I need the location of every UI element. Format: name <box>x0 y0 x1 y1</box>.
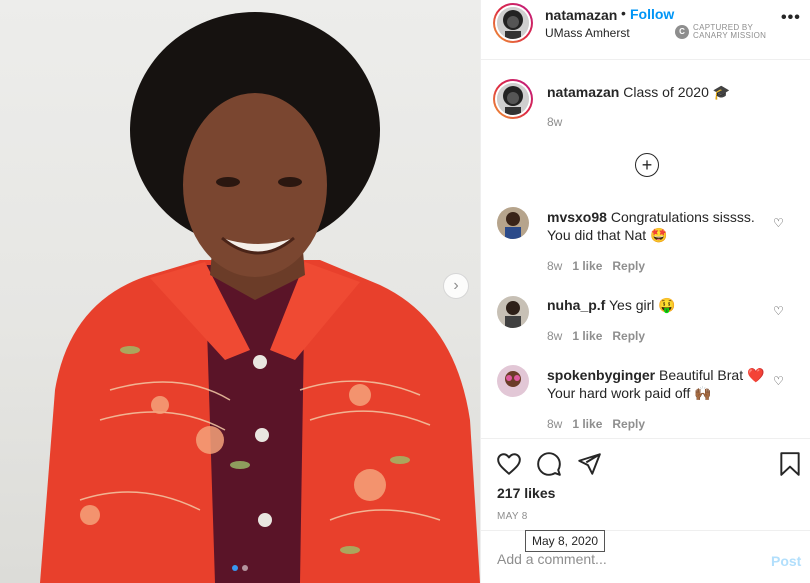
reply-button[interactable]: Reply <box>612 329 645 343</box>
post-username[interactable]: natamazan <box>545 7 617 23</box>
avatar[interactable] <box>493 79 533 119</box>
caption-meta: 8w <box>547 115 562 129</box>
reply-button[interactable]: Reply <box>612 259 645 273</box>
likes-count[interactable]: 217 likes <box>497 485 555 501</box>
date-tooltip: May 8, 2020 <box>525 530 606 552</box>
next-photo-button[interactable]: › <box>443 273 469 299</box>
post-sidebar: natamazan • Follow UMass Amherst C CAPTU… <box>480 0 810 583</box>
reply-button[interactable]: Reply <box>612 417 645 431</box>
comment-icon[interactable] <box>536 451 562 477</box>
caption-username[interactable]: natamazan <box>547 84 619 100</box>
carousel-dot <box>242 565 248 571</box>
load-more-comments-button[interactable]: + <box>635 153 659 177</box>
heart-icon[interactable] <box>496 451 522 477</box>
comment-username[interactable]: nuha_p.f <box>547 297 605 313</box>
comment-meta: 8w 1 like Reply <box>547 329 645 343</box>
comments-list: natamazan Class of 2020 🎓 8w + mvsxo98 C… <box>481 61 810 438</box>
follow-button[interactable]: Follow <box>630 6 674 22</box>
heart-icon[interactable]: ♡ <box>773 216 784 230</box>
avatar[interactable] <box>493 3 533 43</box>
comment-text: Yes girl 🤑 <box>608 297 676 313</box>
watermark-text: CAPTURED BY CANARY MISSION <box>693 23 767 40</box>
carousel-dot <box>232 565 238 571</box>
chevron-right-icon: › <box>453 277 459 294</box>
avatar[interactable] <box>497 296 529 328</box>
avatar[interactable] <box>497 207 529 239</box>
caption-age[interactable]: 8w <box>547 115 562 129</box>
avatar[interactable] <box>497 365 529 397</box>
portrait-image <box>40 12 480 583</box>
post-comment-button[interactable]: Post <box>771 553 801 569</box>
location-link[interactable]: UMass Amherst <box>545 26 630 40</box>
comment: nuha_p.f Yes girl 🤑 <box>547 296 777 314</box>
comment-meta: 8w 1 like Reply <box>547 259 645 273</box>
comment-age[interactable]: 8w <box>547 329 562 343</box>
avatar-image <box>497 7 529 39</box>
canary-logo-icon: C <box>675 25 689 39</box>
post-actions: 217 likes MAY 8 <box>481 438 810 530</box>
post-header: natamazan • Follow UMass Amherst C CAPTU… <box>481 0 810 60</box>
heart-icon[interactable]: ♡ <box>773 374 784 388</box>
carousel-indicator <box>0 565 480 571</box>
post-photo: › <box>0 0 480 583</box>
heart-icon[interactable]: ♡ <box>773 304 784 318</box>
comment-input[interactable] <box>497 551 757 567</box>
caption-text: Class of 2020 🎓 <box>623 84 731 100</box>
comment-likes[interactable]: 1 like <box>572 329 602 343</box>
comment-username[interactable]: spokenbyginger <box>547 367 655 383</box>
comment-likes[interactable]: 1 like <box>572 417 602 431</box>
comment-likes[interactable]: 1 like <box>572 259 602 273</box>
comment-username[interactable]: mvsxo98 <box>547 209 607 225</box>
watermark: C CAPTURED BY CANARY MISSION <box>675 24 773 40</box>
comment-meta: 8w 1 like Reply <box>547 417 645 431</box>
comment: spokenbyginger Beautiful Brat ❤️ Your ha… <box>547 366 777 402</box>
avatar-image <box>497 83 529 115</box>
paper-plane-icon[interactable] <box>576 451 602 477</box>
comment: mvsxo98 Congratulations sissss. You did … <box>547 208 777 244</box>
caption: natamazan Class of 2020 🎓 <box>547 83 777 101</box>
plus-icon: + <box>641 155 653 175</box>
more-options-icon[interactable]: ••• <box>781 9 801 27</box>
bookmark-icon[interactable] <box>777 451 803 477</box>
separator-dot: • <box>621 5 626 21</box>
post-date[interactable]: MAY 8 <box>497 511 528 522</box>
comment-age[interactable]: 8w <box>547 417 562 431</box>
comment-age[interactable]: 8w <box>547 259 562 273</box>
